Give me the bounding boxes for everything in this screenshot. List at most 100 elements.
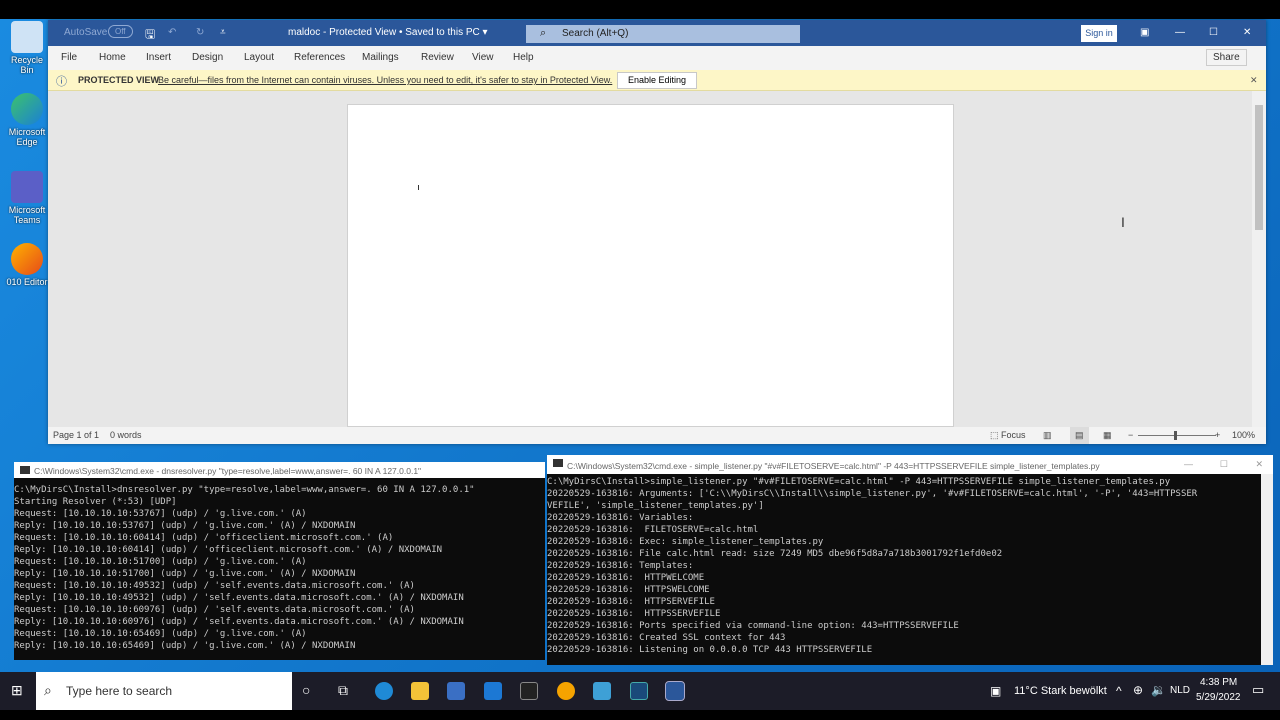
print-layout-icon[interactable]: ▤ xyxy=(1070,427,1089,444)
notifications-icon[interactable]: ▭ xyxy=(1252,682,1264,698)
web-layout-icon[interactable]: ▦ xyxy=(1103,430,1112,441)
word-count[interactable]: 0 words xyxy=(110,430,142,440)
console-line: 20220529-163816: HTTPSWELCOME xyxy=(547,585,710,595)
console-output: C:\MyDirsC\Install>dnsresolver.py "type=… xyxy=(14,484,531,652)
weather-icon[interactable]: ▣ xyxy=(990,684,1001,698)
maximize-icon[interactable]: ☐ xyxy=(1209,27,1218,38)
minimize-icon[interactable]: — xyxy=(1175,27,1185,38)
tab-mailings[interactable]: Mailings xyxy=(362,52,399,63)
desktop-icon-010-editor[interactable]: 010 Editor xyxy=(4,243,50,287)
focus-button[interactable]: ⬚ Focus xyxy=(990,430,1026,441)
search-icon: ⌕ xyxy=(540,27,547,39)
tab-home[interactable]: Home xyxy=(99,52,126,63)
sign-in-button[interactable]: Sign in xyxy=(1081,25,1117,42)
mail-icon[interactable] xyxy=(484,682,502,700)
console-line: 20220529-163816: Ports specified via com… xyxy=(547,621,959,631)
search-icon: ⌕ xyxy=(44,682,52,698)
vertical-scrollbar[interactable] xyxy=(1261,474,1273,665)
vertical-scrollbar[interactable] xyxy=(1252,91,1266,427)
edge-icon xyxy=(11,93,43,125)
console-line: 20220529-163816: HTTPSSERVEFILE xyxy=(547,609,721,619)
desktop-icon-edge[interactable]: Microsoft Edge xyxy=(4,93,50,147)
word-taskbar-icon[interactable] xyxy=(665,681,685,701)
ribbon-display-icon[interactable]: ▣ xyxy=(1140,27,1149,38)
desktop-icon-recycle-bin[interactable]: Recycle Bin xyxy=(4,21,50,75)
undo-icon[interactable]: ↶ xyxy=(168,27,176,38)
tab-insert[interactable]: Insert xyxy=(146,52,171,63)
close-icon[interactable]: ✕ xyxy=(1255,458,1263,470)
tab-file[interactable]: File xyxy=(61,52,77,63)
maximize-icon[interactable]: ☐ xyxy=(1220,458,1228,470)
zoom-in-icon[interactable]: + xyxy=(1215,430,1220,440)
ribbon-tabs: File Home Insert Design Layout Reference… xyxy=(48,46,1266,70)
close-bar-icon[interactable]: ✕ xyxy=(1250,75,1258,86)
console-output: C:\MyDirsC\Install>simple_listener.py "#… xyxy=(547,476,1259,656)
zoom-out-icon[interactable]: − xyxy=(1128,430,1133,440)
console-line: 20220529-163816: Templates: xyxy=(547,561,694,571)
file-explorer-icon[interactable] xyxy=(411,682,429,700)
tab-layout[interactable]: Layout xyxy=(244,52,274,63)
console-line: Request: [10.10.10.10:65469] (udp) / 'g.… xyxy=(14,629,307,639)
console-line: 20220529-163816: File calc.html read: si… xyxy=(547,549,1003,559)
zoom-slider[interactable] xyxy=(1138,431,1216,440)
desktop-icon-teams[interactable]: Microsoft Teams xyxy=(4,171,50,225)
console-line: VEFILE', 'simple_listener_templates.py'] xyxy=(547,501,764,511)
tab-references[interactable]: References xyxy=(294,52,345,63)
console-line: 20220529-163816: HTTPWELCOME xyxy=(547,573,705,583)
tab-view[interactable]: View xyxy=(472,52,494,63)
share-button[interactable]: Share xyxy=(1206,49,1247,66)
010-editor-taskbar-icon[interactable] xyxy=(557,682,575,700)
console-line: Request: [10.10.10.10:60414] (udp) / 'of… xyxy=(14,533,394,543)
customize-qat-icon[interactable]: ⩡ xyxy=(220,27,226,38)
search-box[interactable]: ⌕ Search (Alt+Q) xyxy=(526,25,800,43)
autosave-toggle[interactable]: Off xyxy=(108,25,133,38)
python-icon[interactable] xyxy=(593,682,611,700)
enable-editing-button[interactable]: Enable Editing xyxy=(617,72,697,89)
start-windows-icon[interactable]: ⊞ xyxy=(11,682,23,699)
tab-review[interactable]: Review xyxy=(421,52,454,63)
protected-view-bar: ⓘ PROTECTED VIEW Be careful—files from t… xyxy=(48,70,1266,91)
status-bar: Page 1 of 1 0 words ⬚ Focus ▥ ▤ ▦ − + 10… xyxy=(48,427,1266,444)
page-count[interactable]: Page 1 of 1 xyxy=(53,430,99,440)
network-icon[interactable]: ⊕ xyxy=(1133,683,1143,697)
task-view-icon[interactable]: ⧉ xyxy=(338,682,348,699)
console-line: Request: [10.10.10.10:51700] (udp) / 'g.… xyxy=(14,557,307,567)
close-icon[interactable]: ✕ xyxy=(1243,27,1251,38)
cmd-window-dnsresolver[interactable]: C:\Windows\System32\cmd.exe - dnsresolve… xyxy=(14,462,545,660)
icon-label: Microsoft Teams xyxy=(8,205,46,225)
search-placeholder: Type here to search xyxy=(66,684,173,698)
console-line: Reply: [10.10.10.10:49532] (udp) / 'self… xyxy=(14,593,464,603)
taskbar-search[interactable]: ⌕ Type here to search xyxy=(36,672,292,710)
read-mode-icon[interactable]: ▥ xyxy=(1043,430,1052,441)
console-line: 20220529-163816: FILETOSERVE=calc.html xyxy=(547,525,759,535)
show-hidden-icons[interactable]: ^ xyxy=(1116,684,1122,698)
clock-time[interactable]: 4:38 PM xyxy=(1200,677,1237,688)
minimize-icon[interactable]: — xyxy=(1184,458,1193,470)
language-indicator[interactable]: NLD xyxy=(1170,685,1190,696)
console-line: 20220529-163816: HTTPSERVEFILE xyxy=(547,597,715,607)
bottom-black-bar xyxy=(0,710,1280,720)
console-line: 20220529-163816: Listening on 0.0.0.0 TC… xyxy=(547,645,873,655)
clock-date[interactable]: 5/29/2022 xyxy=(1196,692,1241,703)
tab-help[interactable]: Help xyxy=(513,52,534,63)
cmd-window-simple-listener[interactable]: C:\Windows\System32\cmd.exe - simple_lis… xyxy=(547,455,1273,665)
store-icon[interactable] xyxy=(447,682,465,700)
protected-view-label: PROTECTED VIEW xyxy=(78,75,160,85)
document-page[interactable] xyxy=(347,104,954,427)
document-title[interactable]: maldoc - Protected View • Saved to this … xyxy=(288,27,488,38)
weather-text[interactable]: 11°C Stark bewölkt xyxy=(1014,685,1107,697)
save-icon[interactable]: 🖫 xyxy=(145,25,155,46)
cmd-taskbar-icon[interactable] xyxy=(520,682,538,700)
zoom-level[interactable]: 100% xyxy=(1232,430,1255,440)
volume-icon[interactable]: 🔉 xyxy=(1151,683,1166,697)
cmd-taskbar-icon-2[interactable] xyxy=(630,682,648,700)
redo-icon[interactable]: ↻ xyxy=(196,27,204,38)
zoom-slider-thumb[interactable] xyxy=(1174,431,1177,440)
console-line: C:\MyDirsC\Install>simple_listener.py "#… xyxy=(547,477,1171,487)
protected-view-message[interactable]: Be careful—files from the Internet can c… xyxy=(158,75,612,85)
console-line: Reply: [10.10.10.10:53767] (udp) / 'g.li… xyxy=(14,521,356,531)
scroll-thumb[interactable] xyxy=(1255,105,1263,230)
cortana-icon[interactable]: ○ xyxy=(302,682,310,698)
edge-taskbar-icon[interactable] xyxy=(375,682,393,700)
tab-design[interactable]: Design xyxy=(192,52,223,63)
